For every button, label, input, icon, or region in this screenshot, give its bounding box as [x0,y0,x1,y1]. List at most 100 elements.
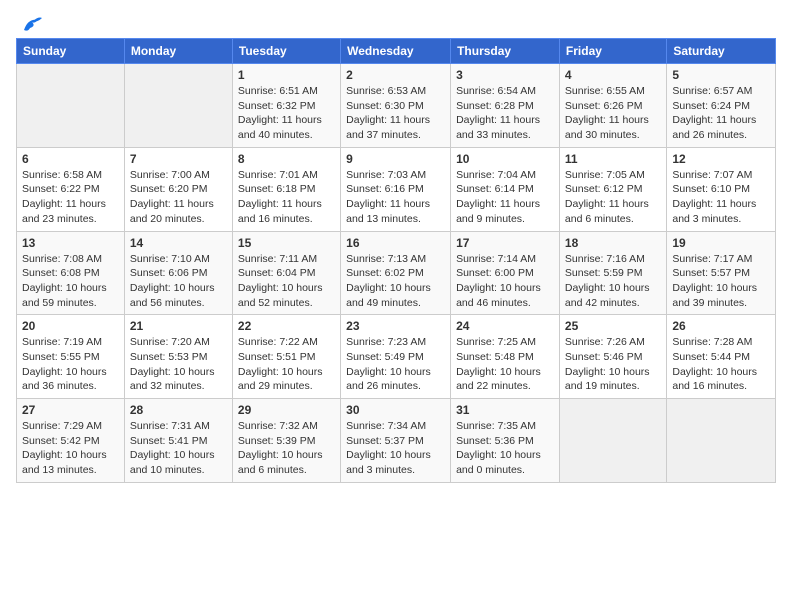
calendar-cell: 2Sunrise: 6:53 AM Sunset: 6:30 PM Daylig… [341,64,451,148]
day-of-week-header: Wednesday [341,39,451,64]
day-info: Sunrise: 6:57 AM Sunset: 6:24 PM Dayligh… [672,84,770,143]
logo-bird-icon [20,16,42,34]
calendar-cell: 20Sunrise: 7:19 AM Sunset: 5:55 PM Dayli… [17,315,125,399]
calendar-week-row: 1 Sunrise: 6:51 AM Sunset: 6:32 PM Daylig… [17,64,776,148]
day-number: 30 [346,403,445,417]
day-number: 18 [565,236,661,250]
day-number: 1 [238,68,335,82]
day-info: Sunrise: 7:01 AM Sunset: 6:18 PM Dayligh… [238,168,335,227]
day-info: Sunrise: 7:23 AM Sunset: 5:49 PM Dayligh… [346,335,445,394]
calendar: SundayMondayTuesdayWednesdayThursdayFrid… [16,38,776,483]
calendar-week-row: 27 Sunrise: 7:29 AM Sunset: 5:42 PM Dayli… [17,399,776,483]
calendar-cell: 27 Sunrise: 7:29 AM Sunset: 5:42 PM Dayli… [17,399,125,483]
day-info: Sunrise: 7:29 AM Sunset: 5:42 PM Dayligh… [22,419,119,478]
day-info: Sunrise: 7:00 AM Sunset: 6:20 PM Dayligh… [130,168,227,227]
calendar-cell: 11Sunrise: 7:05 AM Sunset: 6:12 PM Dayli… [559,147,666,231]
day-number: 8 [238,152,335,166]
day-info: Sunrise: 6:58 AM Sunset: 6:22 PM Dayligh… [22,168,119,227]
day-number: 6 [22,152,119,166]
day-info: Sunrise: 7:10 AM Sunset: 6:06 PM Dayligh… [130,252,227,311]
day-info: Sunrise: 7:34 AM Sunset: 5:37 PM Dayligh… [346,419,445,478]
day-number: 20 [22,319,119,333]
day-of-week-header: Thursday [451,39,560,64]
calendar-cell: 9 Sunrise: 7:03 AM Sunset: 6:16 PM Daylig… [341,147,451,231]
day-number: 16 [346,236,445,250]
day-number: 21 [130,319,227,333]
day-info: Sunrise: 7:14 AM Sunset: 6:00 PM Dayligh… [456,252,554,311]
calendar-cell: 25 Sunrise: 7:26 AM Sunset: 5:46 PM Dayli… [559,315,666,399]
day-number: 17 [456,236,554,250]
header [16,16,776,30]
calendar-cell: 28 Sunrise: 7:31 AM Sunset: 5:41 PM Dayli… [124,399,232,483]
calendar-cell: 30 Sunrise: 7:34 AM Sunset: 5:37 PM Dayli… [341,399,451,483]
calendar-cell: 12 Sunrise: 7:07 AM Sunset: 6:10 PM Dayli… [667,147,776,231]
calendar-cell: 22Sunrise: 7:22 AM Sunset: 5:51 PM Dayli… [232,315,340,399]
calendar-cell [17,64,125,148]
day-info: Sunrise: 7:03 AM Sunset: 6:16 PM Dayligh… [346,168,445,227]
day-info: Sunrise: 6:54 AM Sunset: 6:28 PM Dayligh… [456,84,554,143]
logo [16,16,42,30]
day-info: Sunrise: 7:31 AM Sunset: 5:41 PM Dayligh… [130,419,227,478]
day-number: 28 [130,403,227,417]
calendar-cell: 10Sunrise: 7:04 AM Sunset: 6:14 PM Dayli… [451,147,560,231]
day-number: 24 [456,319,554,333]
day-info: Sunrise: 7:11 AM Sunset: 6:04 PM Dayligh… [238,252,335,311]
day-number: 23 [346,319,445,333]
calendar-week-row: 20Sunrise: 7:19 AM Sunset: 5:55 PM Dayli… [17,315,776,399]
day-of-week-header: Friday [559,39,666,64]
calendar-cell: 17 Sunrise: 7:14 AM Sunset: 6:00 PM Dayli… [451,231,560,315]
calendar-cell: 8 Sunrise: 7:01 AM Sunset: 6:18 PM Daylig… [232,147,340,231]
calendar-cell: 23 Sunrise: 7:23 AM Sunset: 5:49 PM Dayli… [341,315,451,399]
day-of-week-header: Tuesday [232,39,340,64]
calendar-cell: 21 Sunrise: 7:20 AM Sunset: 5:53 PM Dayli… [124,315,232,399]
calendar-cell: 29 Sunrise: 7:32 AM Sunset: 5:39 PM Dayli… [232,399,340,483]
calendar-cell: 6 Sunrise: 6:58 AM Sunset: 6:22 PM Daylig… [17,147,125,231]
calendar-cell: 18 Sunrise: 7:16 AM Sunset: 5:59 PM Dayli… [559,231,666,315]
calendar-cell [667,399,776,483]
day-number: 3 [456,68,554,82]
day-info: Sunrise: 7:35 AM Sunset: 5:36 PM Dayligh… [456,419,554,478]
day-number: 7 [130,152,227,166]
day-number: 25 [565,319,661,333]
day-info: Sunrise: 7:08 AM Sunset: 6:08 PM Dayligh… [22,252,119,311]
calendar-week-row: 6 Sunrise: 6:58 AM Sunset: 6:22 PM Daylig… [17,147,776,231]
day-number: 29 [238,403,335,417]
calendar-cell: 14 Sunrise: 7:10 AM Sunset: 6:06 PM Dayli… [124,231,232,315]
day-info: Sunrise: 6:55 AM Sunset: 6:26 PM Dayligh… [565,84,661,143]
day-info: Sunrise: 6:53 AM Sunset: 6:30 PM Dayligh… [346,84,445,143]
day-info: Sunrise: 7:07 AM Sunset: 6:10 PM Dayligh… [672,168,770,227]
day-number: 15 [238,236,335,250]
day-number: 31 [456,403,554,417]
day-info: Sunrise: 7:22 AM Sunset: 5:51 PM Dayligh… [238,335,335,394]
calendar-cell: 4 Sunrise: 6:55 AM Sunset: 6:26 PM Daylig… [559,64,666,148]
day-number: 14 [130,236,227,250]
day-number: 11 [565,152,661,166]
day-info: Sunrise: 7:26 AM Sunset: 5:46 PM Dayligh… [565,335,661,394]
day-number: 12 [672,152,770,166]
day-number: 19 [672,236,770,250]
day-of-week-header: Sunday [17,39,125,64]
day-of-week-header: Saturday [667,39,776,64]
calendar-cell: 24Sunrise: 7:25 AM Sunset: 5:48 PM Dayli… [451,315,560,399]
day-info: Sunrise: 7:28 AM Sunset: 5:44 PM Dayligh… [672,335,770,394]
day-number: 9 [346,152,445,166]
day-of-week-header: Monday [124,39,232,64]
calendar-cell: 31 Sunrise: 7:35 AM Sunset: 5:36 PM Dayli… [451,399,560,483]
day-number: 13 [22,236,119,250]
day-info: Sunrise: 7:32 AM Sunset: 5:39 PM Dayligh… [238,419,335,478]
day-number: 4 [565,68,661,82]
day-info: Sunrise: 7:04 AM Sunset: 6:14 PM Dayligh… [456,168,554,227]
day-info: Sunrise: 7:20 AM Sunset: 5:53 PM Dayligh… [130,335,227,394]
calendar-week-row: 13 Sunrise: 7:08 AM Sunset: 6:08 PM Dayli… [17,231,776,315]
calendar-cell: 13 Sunrise: 7:08 AM Sunset: 6:08 PM Dayli… [17,231,125,315]
calendar-cell: 16 Sunrise: 7:13 AM Sunset: 6:02 PM Dayli… [341,231,451,315]
day-info: Sunrise: 6:51 AM Sunset: 6:32 PM Dayligh… [238,84,335,143]
calendar-cell: 5 Sunrise: 6:57 AM Sunset: 6:24 PM Daylig… [667,64,776,148]
calendar-cell: 26Sunrise: 7:28 AM Sunset: 5:44 PM Dayli… [667,315,776,399]
day-info: Sunrise: 7:13 AM Sunset: 6:02 PM Dayligh… [346,252,445,311]
day-number: 27 [22,403,119,417]
calendar-cell: 15 Sunrise: 7:11 AM Sunset: 6:04 PM Dayli… [232,231,340,315]
day-info: Sunrise: 7:16 AM Sunset: 5:59 PM Dayligh… [565,252,661,311]
calendar-cell [559,399,666,483]
day-number: 5 [672,68,770,82]
